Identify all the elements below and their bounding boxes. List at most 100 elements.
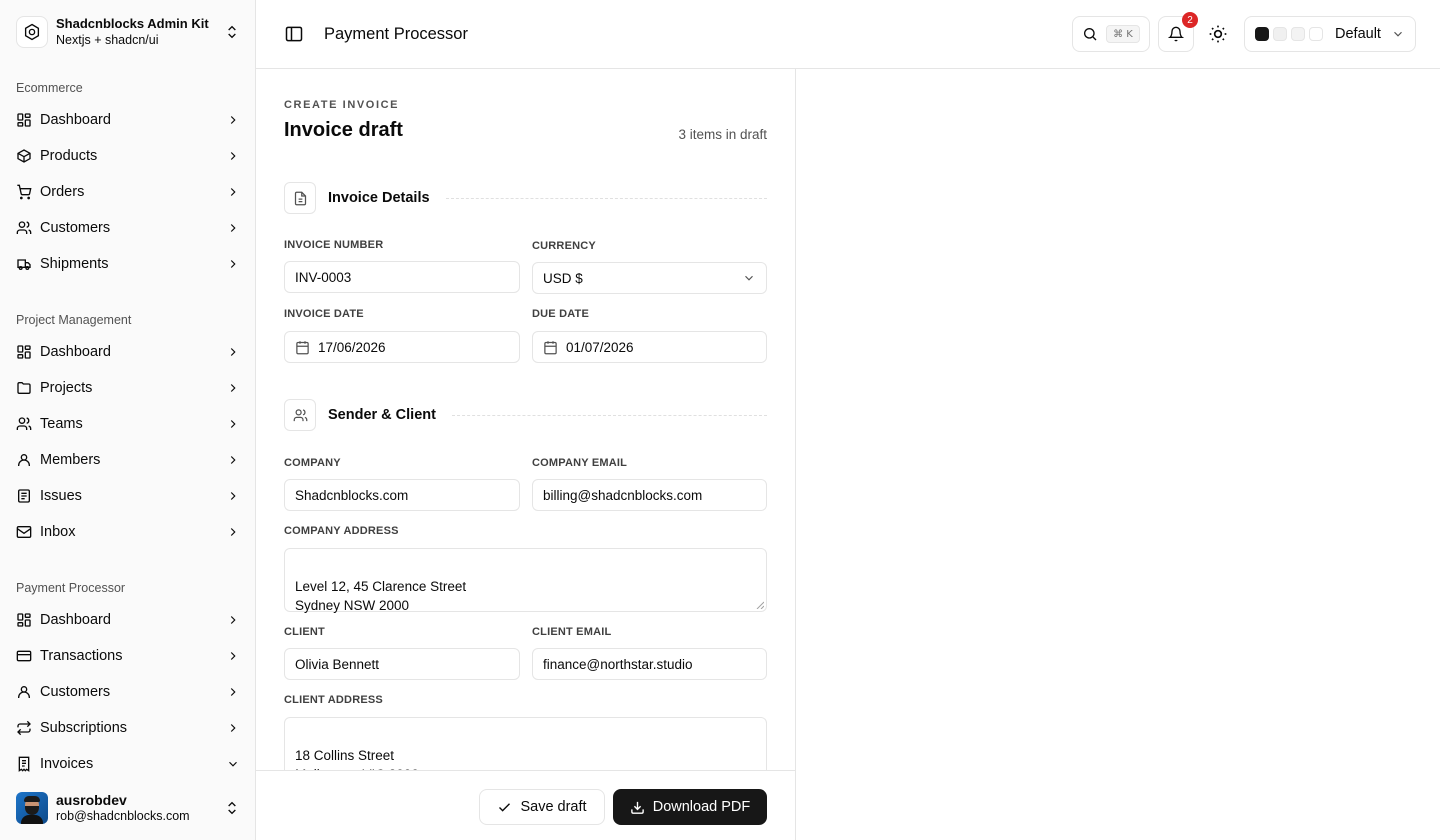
notification-badge: 2 [1182,12,1198,28]
sidebar-item-label: Inbox [40,524,76,540]
sidebar-item-members[interactable]: Members [8,444,248,476]
currency-value: USD $ [543,270,583,286]
search-button[interactable]: ⌘ K [1072,16,1150,52]
company-address-textarea[interactable]: Level 12, 45 Clarence Street Sydney NSW … [284,548,767,613]
sidebar-item-teams[interactable]: Teams [8,408,248,440]
due-date-picker[interactable]: 01/07/2026 [532,331,767,363]
group-label-ecommerce: Ecommerce [16,81,83,95]
sidebar-item-issues[interactable]: Issues [8,480,248,512]
chevron-right-icon [230,116,236,124]
sidebar-item-subscriptions[interactable]: Subscriptions [8,712,248,744]
chevron-right-icon [230,384,236,392]
page-title: Payment Processor [324,25,468,43]
sidebar-item-ecommerce-customers[interactable]: Customers [8,212,248,244]
section-invoice-details: Invoice Details [284,182,767,214]
chevron-right-icon [230,688,236,696]
currency-select[interactable]: USD $ [532,262,767,294]
sidebar-item-label: Dashboard [40,344,111,360]
chevron-right-icon [230,616,236,624]
client-input[interactable]: Olivia Bennett [284,648,520,680]
section-sender-client: Sender & Client [284,399,767,431]
sidebar-item-products[interactable]: Products [8,140,248,172]
sidebar-item-pm-dashboard[interactable]: Dashboard [8,336,248,368]
inbox-icon [16,526,32,538]
team-switcher[interactable]: Shadcnblocks Admin Kit Nextjs + shadcn/u… [8,8,248,56]
invoice-date-picker[interactable]: 17/06/2026 [284,331,520,363]
user-name: ausrobdev [56,792,127,808]
sidebar-item-ecommerce-dashboard[interactable]: Dashboard [8,104,248,136]
truck-icon [17,259,31,270]
sidebar-item-label: Issues [40,488,82,504]
sidebar-item-label: Products [40,148,98,164]
invoice-preview-area [797,69,1440,840]
chevron-down-icon [745,275,753,281]
sidebar-item-label: Invoices [40,756,94,772]
client-email-input[interactable]: finance@northstar.studio [532,648,767,680]
company-address-label: COMPANY ADDRESS [284,525,399,537]
folder-icon [17,382,31,394]
client-email-label: CLIENT EMAIL [532,626,612,638]
download-icon [630,801,644,814]
sidebar-item-label: Subscriptions [40,720,128,736]
invoice-date-value: 17/06/2026 [318,339,386,355]
sidebar-item-transactions[interactable]: Transactions [8,640,248,672]
check-icon [499,802,511,812]
sidebar-item-pp-dashboard[interactable]: Dashboard [8,604,248,636]
top-header: Payment Processor ⌘ K 2 Default [256,0,1440,69]
divider [451,414,767,416]
group-label-payment-processor: Payment Processor [16,581,126,595]
company-email-value: billing@shadcnblocks.com [543,487,703,503]
theme-select[interactable]: Default [1244,16,1416,52]
client-address-label: CLIENT ADDRESS [284,694,383,706]
sidebar-toggle-icon[interactable] [284,24,304,44]
invoice-number-value: INV-0003 [295,269,352,285]
dashboard-icon [17,345,31,359]
bell-icon [1168,26,1184,42]
sidebar-item-inbox[interactable]: Inbox [8,516,248,548]
package-icon [17,149,31,163]
user-menu[interactable]: ausrobdev rob@shadcnblocks.com [8,784,248,832]
download-pdf-button[interactable]: Download PDF [613,789,767,825]
search-icon [1084,28,1097,41]
section-title: Invoice Details [328,190,430,206]
sidebar-item-pp-customers[interactable]: Customers [8,676,248,708]
section-title: Sender & Client [328,407,436,423]
invoice-date-label: INVOICE DATE [284,308,364,320]
calendar-icon [296,340,309,354]
sun-icon[interactable] [1208,24,1228,44]
due-date-label: DUE DATE [532,308,590,320]
users-icon [16,417,32,430]
company-label: COMPANY [284,457,341,469]
company-value: Shadcnblocks.com [295,487,409,503]
notifications-button[interactable]: 2 [1158,12,1198,52]
user-email: rob@shadcnblocks.com [56,809,190,823]
invoice-number-input[interactable]: INV-0003 [284,261,520,293]
save-draft-button[interactable]: Save draft [479,789,605,825]
client-label: CLIENT [284,626,325,638]
chevron-right-icon [230,224,236,232]
chevron-right-icon [230,188,236,196]
company-email-input[interactable]: billing@shadcnblocks.com [532,479,767,511]
sidebar-item-shipments[interactable]: Shipments [8,248,248,280]
chevron-down-icon [229,761,237,767]
client-email-value: finance@northstar.studio [543,656,693,672]
sidebar-item-orders[interactable]: Orders [8,176,248,208]
user-icon [18,686,30,698]
company-input[interactable]: Shadcnblocks.com [284,479,520,511]
sidebar-item-label: Members [40,452,101,468]
chevron-right-icon [230,420,236,428]
invoice-number-label: INVOICE NUMBER [284,239,384,251]
sidebar-item-label: Dashboard [40,612,111,628]
cart-icon [17,184,32,200]
sidebar-item-invoices[interactable]: Invoices [8,748,248,780]
divider [445,197,767,199]
list-icon [18,489,30,503]
sidebar-item-label: Shipments [40,256,109,272]
calendar-icon [544,340,557,354]
currency-label: CURRENCY [532,240,596,252]
brand-title: Shadcnblocks Admin Kit [56,16,209,31]
resize-handle-icon[interactable] [756,601,764,609]
sidebar-item-projects[interactable]: Projects [8,372,248,404]
chevrons-up-down-icon [228,25,236,39]
chevron-right-icon [230,348,236,356]
